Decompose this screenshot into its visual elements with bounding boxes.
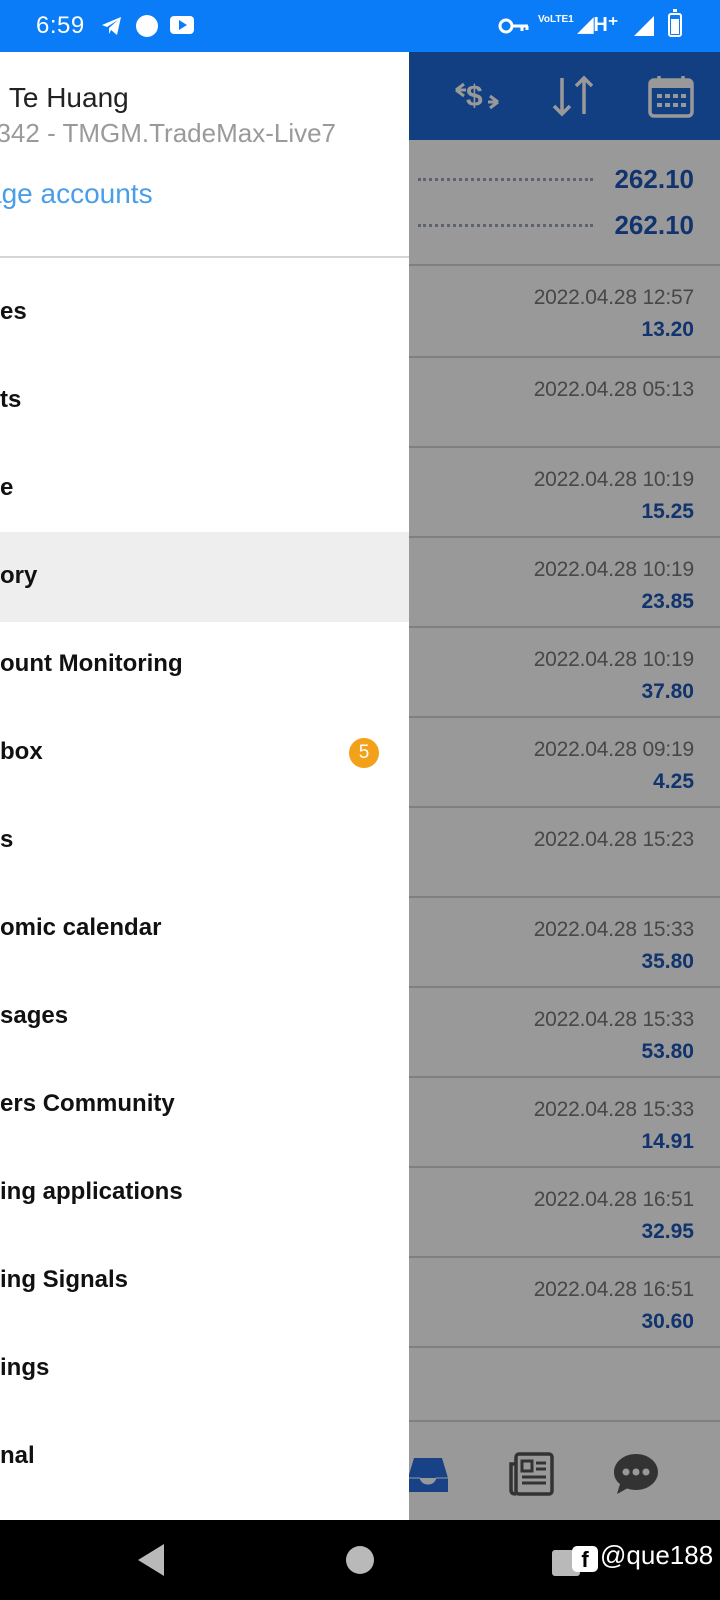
menu-item-label: ing applications — [0, 1178, 183, 1205]
menu-item-account-monitoring[interactable]: ount Monitoring — [0, 620, 409, 710]
menu-item-economic-calendar[interactable]: omic calendar — [0, 884, 409, 974]
menu-item-label: ings — [0, 1354, 50, 1381]
battery-icon — [668, 9, 682, 37]
menu-item-label: nal — [0, 1442, 35, 1469]
menu-item-journal[interactable]: nal — [0, 1412, 409, 1502]
signal-strength-icon — [634, 16, 654, 36]
menu-item-label: ory — [0, 562, 38, 589]
menu-item-label: sages — [0, 1002, 69, 1029]
menu-item-label: omic calendar — [0, 914, 162, 941]
menu-item-label: ers Community — [0, 1090, 175, 1117]
volte-icon: VoLTE1 — [538, 14, 574, 25]
menu-item-traders-community[interactable]: ers Community — [0, 1060, 409, 1150]
navigation-drawer: g Te Huang 7342 - TMGM.TradeMax-Live7 ag… — [0, 52, 409, 1520]
signal-icon: ◢H⁺ — [578, 14, 619, 36]
status-time: 6:59 — [36, 12, 85, 39]
manage-accounts-link[interactable]: age accounts — [0, 178, 153, 210]
telegram-icon — [102, 17, 121, 35]
menu-item-quotes[interactable]: es — [0, 268, 409, 358]
menu-item-mailbox[interactable]: box 5 — [0, 708, 409, 798]
menu-item-news[interactable]: s — [0, 796, 409, 886]
menu-item-settings[interactable]: ings — [0, 1324, 409, 1414]
watermark-handle: @que188 — [600, 1540, 714, 1570]
notification-dot-icon — [136, 15, 158, 37]
facebook-icon: f — [572, 1546, 598, 1572]
mailbox-badge: 5 — [349, 738, 379, 768]
drawer-divider — [0, 256, 409, 258]
account-server: 7342 - TMGM.TradeMax-Live7 — [0, 118, 337, 148]
menu-item-trading-applications[interactable]: ing applications — [0, 1148, 409, 1238]
menu-item-label: ing Signals — [0, 1266, 129, 1293]
menu-item-history[interactable]: ory — [0, 532, 409, 622]
menu-item-label: s — [0, 826, 14, 853]
vpn-key-icon — [498, 18, 529, 34]
menu-item-label: es — [0, 298, 27, 325]
back-icon[interactable] — [136, 1542, 166, 1578]
watermark: f @que188 — [572, 1540, 713, 1572]
status-bar: 6:59 VoLTE1 ◢H⁺ — [0, 0, 720, 52]
youtube-icon — [170, 16, 194, 34]
menu-item-charts[interactable]: ts — [0, 356, 409, 446]
system-nav-bar: f @que188 — [0, 1520, 720, 1600]
home-icon[interactable] — [346, 1546, 374, 1574]
menu-item-label: ts — [0, 386, 22, 413]
menu-item-trade[interactable]: e — [0, 444, 409, 534]
account-name: g Te Huang — [0, 82, 129, 113]
menu-item-label: box — [0, 738, 43, 765]
menu-item-trading-signals[interactable]: ing Signals — [0, 1236, 409, 1326]
menu-item-label: e — [0, 474, 14, 501]
menu-item-label: ount Monitoring — [0, 650, 183, 677]
menu-item-messages[interactable]: sages — [0, 972, 409, 1062]
